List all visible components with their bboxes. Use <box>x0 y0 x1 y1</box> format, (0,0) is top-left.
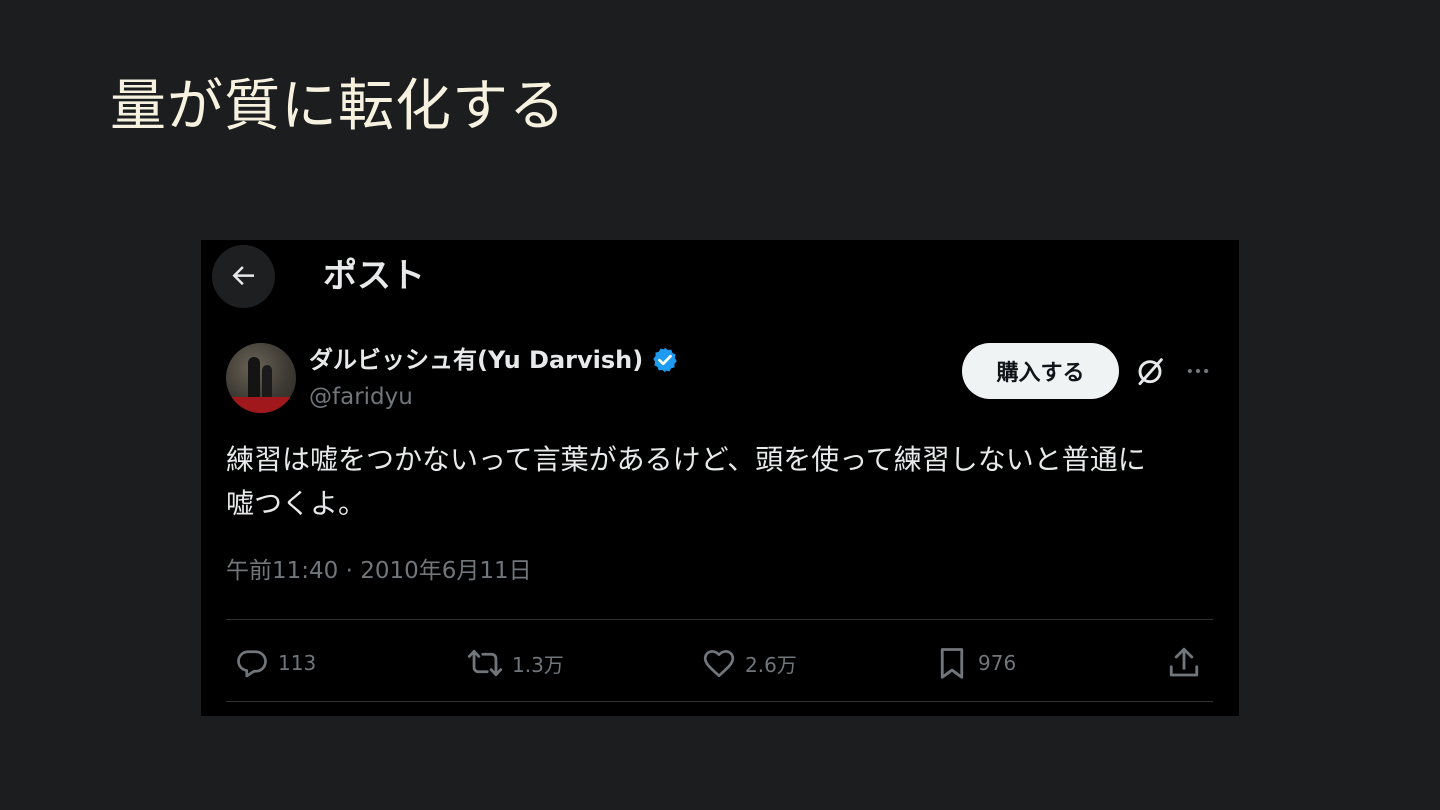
author-handle[interactable]: @faridyu <box>309 381 413 413</box>
buy-button[interactable]: 購入する <box>962 343 1119 399</box>
like-button[interactable]: 2.6万 <box>701 640 797 686</box>
repost-icon <box>466 645 504 681</box>
grok-icon <box>1134 355 1166 391</box>
reply-button[interactable]: 113 <box>234 640 316 686</box>
post-text-line-1: 練習は嘘をつかないって言葉があるけど、頭を使って練習しないと普通に <box>226 443 1146 476</box>
share-button[interactable] <box>1166 640 1202 686</box>
reply-count: 113 <box>278 651 317 675</box>
repost-count: 1.3万 <box>512 652 564 677</box>
author-name-row[interactable]: ダルビッシュ有(Yu Darvish) <box>309 343 679 377</box>
post-timestamp[interactable]: 午前11:40 · 2010年6月11日 <box>226 555 532 587</box>
post-text-line-2: 嘘つくよ。 <box>226 487 367 520</box>
bookmark-icon <box>934 644 970 682</box>
post-text: 練習は嘘をつかないって言葉があるけど、頭を使って練習しないと普通に 嘘つくよ。 <box>226 438 1216 526</box>
verified-badge-icon <box>651 346 679 374</box>
avatar[interactable] <box>226 343 296 413</box>
heart-icon <box>701 645 737 681</box>
action-bar: 113 1.3万 2.6万 976 <box>226 640 1213 686</box>
bookmark-count: 976 <box>978 651 1017 675</box>
more-options-button[interactable] <box>1178 353 1218 393</box>
reply-icon <box>234 645 270 681</box>
post-screenshot: ポスト ダルビッシュ有(Yu Darvish) @faridyu 購入する 練習… <box>201 240 1239 716</box>
back-button[interactable] <box>212 245 275 308</box>
share-icon <box>1166 644 1202 682</box>
grok-button[interactable] <box>1130 353 1170 393</box>
more-options-icon <box>1184 357 1212 389</box>
slide-title: 量が質に転化する <box>110 74 566 139</box>
bookmark-button[interactable]: 976 <box>934 640 1016 686</box>
author-display-name: ダルビッシュ有(Yu Darvish) <box>309 346 644 374</box>
arrow-left-icon <box>229 260 259 294</box>
divider <box>226 619 1213 620</box>
divider <box>226 701 1213 702</box>
repost-button[interactable]: 1.3万 <box>466 640 564 686</box>
header-title: ポスト <box>323 256 425 296</box>
like-count: 2.6万 <box>745 652 797 677</box>
